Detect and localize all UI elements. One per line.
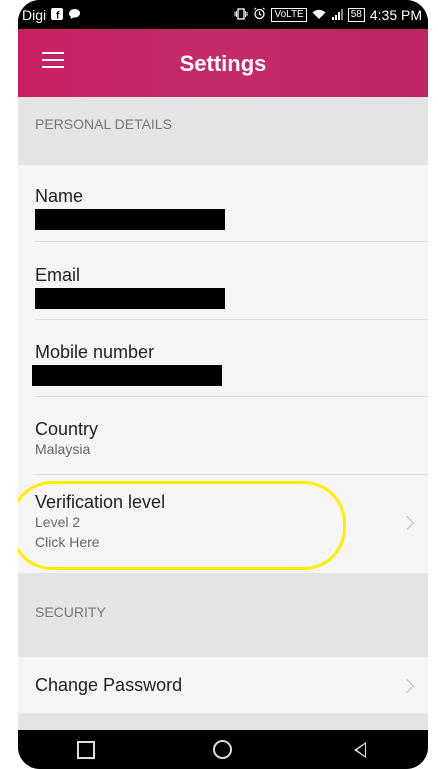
vibrate-icon (234, 7, 248, 23)
phone-frame: Digi f VoLTE 58 4:35 PM Settings PERSONA… (18, 0, 428, 769)
row-name: Name (18, 165, 428, 242)
back-triangle-icon (353, 741, 366, 758)
navigation-bar (18, 730, 428, 769)
signal-icon (331, 7, 343, 23)
section-header-security: SECURITY (18, 573, 428, 657)
alarm-icon (253, 7, 266, 23)
country-label: Country (35, 419, 99, 439)
facebook-icon: f (51, 7, 64, 23)
square-icon (77, 740, 96, 759)
volte-icon: VoLTE (271, 7, 307, 22)
name-label: Name (35, 186, 84, 206)
circle-icon (213, 740, 233, 759)
status-bar: Digi f VoLTE 58 4:35 PM (18, 0, 428, 29)
country-value: Malaysia (35, 441, 91, 457)
wifi-icon (312, 7, 326, 23)
back-button[interactable] (340, 735, 380, 765)
row-mobile-number: Mobile number (18, 320, 428, 397)
section-header-personal-details: PERSONAL DETAILS (18, 97, 428, 165)
recent-apps-button[interactable] (66, 735, 106, 765)
row-change-password[interactable]: Change Password (18, 657, 428, 713)
verification-click-here-link[interactable]: Click Here (35, 534, 428, 550)
carrier-label: Digi (22, 6, 47, 23)
email-label: Email (35, 265, 81, 285)
verification-level-value: Level 2 (35, 514, 81, 530)
row-verification-level[interactable]: Verification level Level 2 Click Here (18, 475, 428, 573)
app-bar: Settings (18, 29, 428, 97)
redacted-name-value (35, 209, 225, 230)
redacted-email-value (35, 288, 225, 309)
page-title: Settings (179, 51, 267, 76)
verification-level-label: Verification level (35, 492, 166, 512)
row-country: Country Malaysia (18, 397, 428, 475)
row-email: Email (18, 242, 428, 320)
change-password-label: Change Password (35, 675, 183, 695)
clock: 4:35 PM (369, 6, 422, 23)
chat-bubble-icon (68, 7, 81, 23)
home-button[interactable] (203, 735, 243, 765)
mobile-number-label: Mobile number (35, 342, 155, 362)
battery-icon: 58 (347, 7, 365, 22)
settings-list[interactable]: PERSONAL DETAILS Name Email Mobile numbe… (18, 97, 428, 734)
redacted-mobile-value (32, 365, 222, 386)
